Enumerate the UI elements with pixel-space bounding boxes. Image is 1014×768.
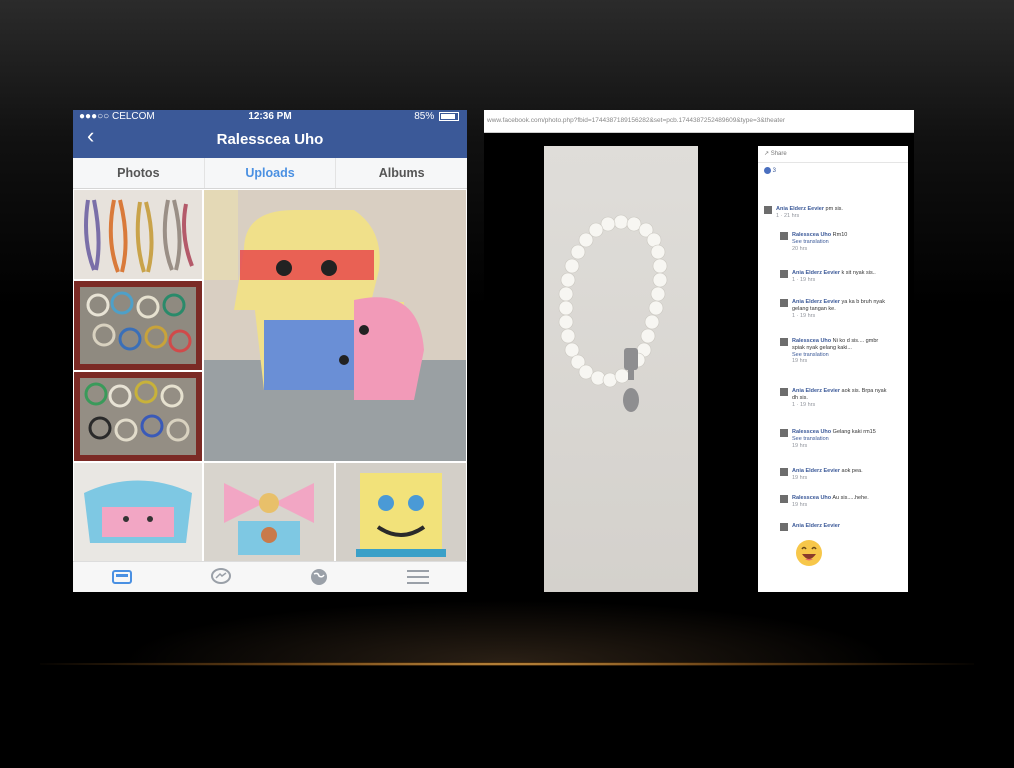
comment-text: aok pea. <box>841 468 863 474</box>
comment-meta: 1 · 19 hrs <box>792 312 816 319</box>
status-bar: ●●●○○ CELCOM 12:36 PM 85% <box>73 110 467 124</box>
phone-screenshot: ●●●○○ CELCOM 12:36 PM 85% ‹ Ralesscea Uh… <box>73 110 467 592</box>
like-count: 3 <box>772 168 777 174</box>
profile-name-title: Ralesscea Uho <box>216 131 324 148</box>
photo-thumbnail-beaded-basket[interactable] <box>74 463 202 562</box>
comment-meta: 19 hrs <box>792 501 808 508</box>
comment-author[interactable]: Ania Elderz Eevier <box>792 299 840 305</box>
comment-author[interactable]: Ania Elderz Eevier <box>792 270 840 276</box>
photo-theater: ↗ Share 3 Ania Elderz Eevier pm sis. 1 ·… <box>484 146 914 592</box>
comment-meta: 19 hrs <box>792 474 808 481</box>
avatar[interactable] <box>780 299 788 307</box>
share-label: Share <box>770 151 787 157</box>
comment-text: k sit nyak sis.. <box>841 270 876 276</box>
tab-photos[interactable]: Photos <box>73 158 205 188</box>
photo-tabs: Photos Uploads Albums <box>73 158 467 189</box>
photo-thumbnail-bracelets-tray-2[interactable] <box>74 372 202 461</box>
comment-meta: 1 · 21 hrs <box>776 212 800 219</box>
avatar[interactable] <box>780 388 788 396</box>
photo-thumbnail-beaded-bow[interactable] <box>204 463 334 562</box>
photo-thumbnail-beaded-sponge[interactable] <box>336 463 466 562</box>
comment-author[interactable]: Ralesscea Uho <box>792 232 831 238</box>
comment-author[interactable]: Ania Elderz Eevier <box>792 523 840 529</box>
battery-percent: 85% <box>414 111 435 122</box>
comment-text: Au sis.....hehe. <box>832 495 869 501</box>
see-translation-link[interactable]: See translation <box>792 352 829 358</box>
comment-meta: 19 hrs <box>792 358 808 365</box>
clock: 12:36 PM <box>248 111 292 122</box>
uploads-photo-grid <box>73 189 467 562</box>
like-icon <box>764 166 771 174</box>
photo-thumbnail-beaded-figure[interactable] <box>204 190 466 461</box>
comment-author[interactable]: Ania Elderz Eevier <box>776 206 824 212</box>
tab-albums[interactable]: Albums <box>336 158 467 188</box>
comment-text: pm sis. <box>825 206 843 212</box>
photo-thumbnail-bracelets-tray[interactable] <box>74 281 202 370</box>
avatar[interactable] <box>780 270 788 278</box>
avatar[interactable] <box>780 468 788 476</box>
comment-author[interactable]: Ralesscea Uho <box>792 495 831 501</box>
share-link[interactable]: ↗ Share <box>758 146 908 163</box>
globe-icon[interactable] <box>270 562 369 592</box>
menu-icon[interactable] <box>369 562 468 592</box>
comments-panel: ↗ Share 3 Ania Elderz Eevier pm sis. 1 ·… <box>758 146 908 592</box>
tab-uploads[interactable]: Uploads <box>205 158 337 188</box>
browser-screenshot: www.facebook.com/photo.php?fbid=17443871… <box>484 110 914 592</box>
likes-summary[interactable]: 3 <box>758 163 908 179</box>
address-bar[interactable]: www.facebook.com/photo.php?fbid=17443871… <box>484 110 914 133</box>
photo-thumbnail-necklaces[interactable] <box>74 190 202 279</box>
comment-author[interactable]: Ralesscea Uho <box>792 338 831 344</box>
avatar[interactable] <box>780 495 788 503</box>
see-translation-link[interactable]: See translation <box>792 239 829 245</box>
avatar[interactable] <box>780 338 788 346</box>
battery-indicator: 85% <box>414 111 459 122</box>
comment-author[interactable]: Ralesscea Uho <box>792 429 831 435</box>
see-translation-link[interactable]: See translation <box>792 436 829 442</box>
pearl-bracelet-photo[interactable] <box>544 146 698 592</box>
app-header: ●●●○○ CELCOM 12:36 PM 85% ‹ Ralesscea Uh… <box>73 110 467 158</box>
comment-author[interactable]: Ania Elderz Eevier <box>792 388 840 394</box>
news-feed-icon[interactable] <box>73 562 172 592</box>
battery-icon <box>439 111 459 121</box>
comment-text: Gelang kaki rm15 <box>832 429 876 435</box>
background-glow <box>120 600 894 662</box>
glow-divider-line <box>40 662 974 666</box>
bottom-tab-bar <box>73 561 467 592</box>
comment-meta: 19 hrs <box>792 442 808 449</box>
comment-meta: 20 hrs <box>792 245 808 252</box>
comment-meta: 1 · 19 hrs <box>792 401 816 408</box>
avatar[interactable] <box>780 429 788 437</box>
avatar[interactable] <box>764 206 772 214</box>
comment-author[interactable]: Ania Elderz Eevier <box>792 468 840 474</box>
avatar[interactable] <box>780 523 788 531</box>
avatar[interactable] <box>780 232 788 240</box>
messenger-icon[interactable] <box>172 562 271 592</box>
comment-meta: 1 · 19 hrs <box>792 276 816 283</box>
laughing-emoji-icon <box>796 540 822 566</box>
comment-text: Rm10 <box>832 232 848 238</box>
